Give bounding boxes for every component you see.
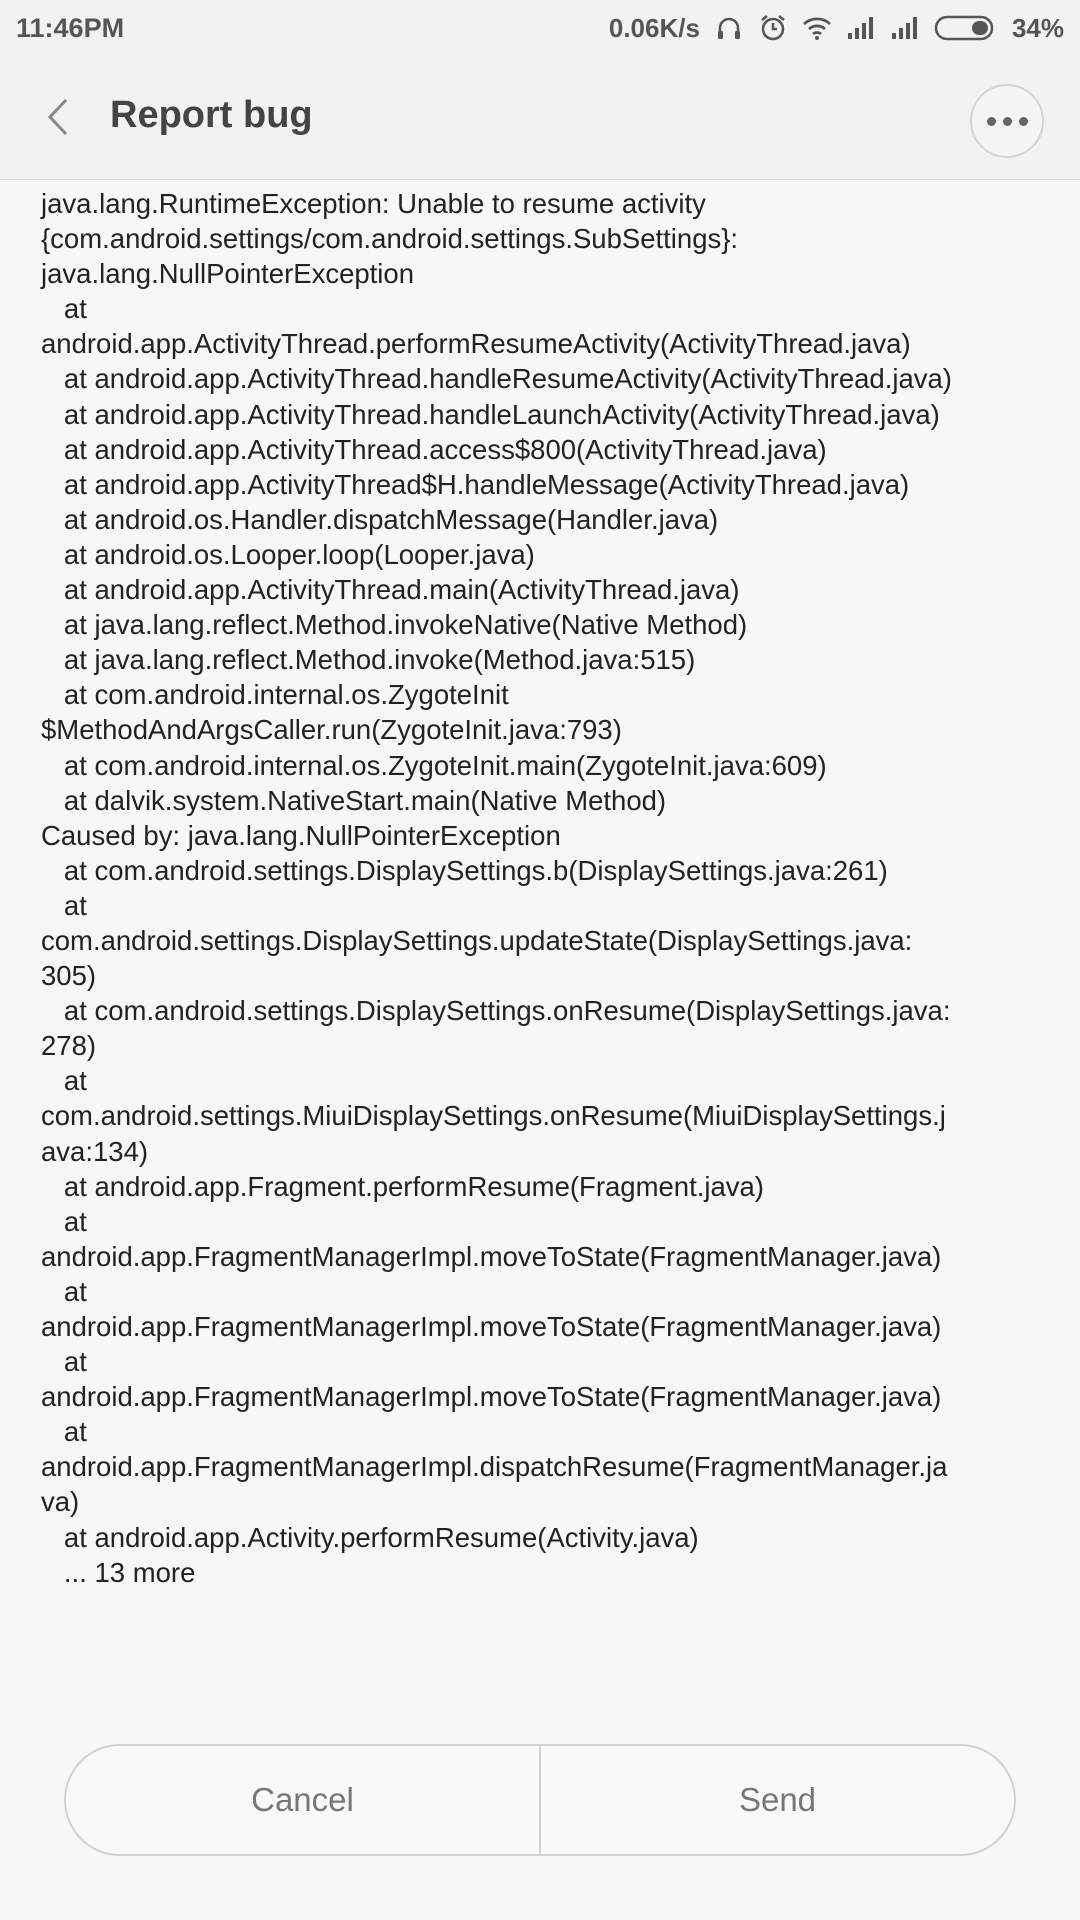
bug-report-log: java.lang.RuntimeException: Unable to re… bbox=[0, 180, 1080, 1720]
log-line: android.app.FragmentManagerImpl.dispatch… bbox=[41, 1451, 948, 1483]
log-line: at com.android.settings.DisplaySettings.… bbox=[41, 995, 951, 1027]
log-line: com.android.settings.DisplaySettings.upd… bbox=[41, 924, 913, 956]
signal-icon bbox=[847, 17, 873, 39]
log-line: at bbox=[41, 1275, 87, 1307]
log-line: at android.os.Looper.loop(Looper.java) bbox=[41, 538, 535, 570]
log-line: at android.app.Fragment.performResume(Fr… bbox=[41, 1170, 764, 1202]
headset-icon bbox=[717, 17, 740, 39]
chevron-left-icon bbox=[47, 98, 68, 136]
battery-icon bbox=[934, 15, 994, 41]
log-line: at java.lang.reflect.Method.invoke(Metho… bbox=[41, 644, 696, 676]
log-line: 305) bbox=[41, 960, 97, 992]
log-line: android.app.ActivityThread.performResume… bbox=[41, 328, 911, 360]
signal-icon bbox=[891, 17, 917, 39]
log-line: at android.os.Handler.dispatchMessage(Ha… bbox=[41, 503, 719, 535]
log-line: at bbox=[41, 293, 87, 325]
log-line: ava:134) bbox=[41, 1135, 149, 1167]
log-line: at android.app.ActivityThread.main(Activ… bbox=[41, 574, 740, 606]
log-line: at bbox=[41, 1065, 87, 1097]
log-line: at android.app.ActivityThread.handleResu… bbox=[41, 363, 952, 395]
log-line: at com.android.internal.os.ZygoteInit.ma… bbox=[41, 749, 827, 781]
alarm-icon bbox=[761, 15, 785, 41]
log-line: android.app.FragmentManagerImpl.moveToSt… bbox=[41, 1311, 942, 1342]
log-line: 278) bbox=[41, 1030, 97, 1062]
battery-percent: 34% bbox=[1011, 12, 1064, 43]
network-speed: 0.06K/s bbox=[608, 12, 700, 43]
log-line: at com.android.settings.DisplaySettings.… bbox=[41, 854, 888, 886]
log-line: {com.android.settings/com.android.settin… bbox=[41, 223, 739, 255]
log-line: at android.app.Activity.performResume(Ac… bbox=[41, 1521, 699, 1553]
log-line: $MethodAndArgsCaller.run(ZygoteInit.java… bbox=[41, 714, 622, 746]
back-button[interactable] bbox=[34, 92, 84, 142]
log-line: va) bbox=[41, 1486, 80, 1518]
title-bar: Report bug bbox=[0, 56, 1080, 180]
status-time: 11:46PM bbox=[16, 12, 125, 43]
send-button[interactable]: Send bbox=[541, 1746, 1014, 1854]
log-line: at bbox=[41, 889, 87, 921]
log-line: at android.app.ActivityThread.access$800… bbox=[41, 433, 827, 465]
status-bar: 11:46PM 0.06K/s 34% bbox=[0, 0, 1080, 56]
log-line: at java.lang.reflect.Method.invokeNative… bbox=[41, 609, 748, 641]
log-line: at android.app.ActivityThread.handleLaun… bbox=[41, 398, 940, 430]
cancel-button[interactable]: Cancel bbox=[66, 1746, 539, 1854]
log-line: android.app.FragmentManagerImpl.moveToSt… bbox=[41, 1381, 942, 1413]
log-line: at android.app.ActivityThread$H.handleMe… bbox=[41, 468, 910, 500]
more-horizontal-icon bbox=[986, 116, 1028, 126]
wifi-icon bbox=[802, 17, 831, 40]
action-buttons: Cancel Send bbox=[64, 1744, 1016, 1856]
log-line: java.lang.NullPointerException bbox=[41, 258, 414, 290]
page-title: Report bug bbox=[110, 94, 313, 136]
log-line: ... 13 more bbox=[41, 1556, 196, 1588]
log-line: at dalvik.system.NativeStart.main(Native… bbox=[41, 784, 667, 816]
log-line: at bbox=[41, 1346, 87, 1378]
more-options-button[interactable] bbox=[970, 84, 1044, 158]
log-line: Caused by: java.lang.NullPointerExceptio… bbox=[41, 819, 561, 851]
log-line: android.app.FragmentManagerImpl.moveToSt… bbox=[41, 1240, 942, 1272]
log-line: com.android.settings.MiuiDisplaySettings… bbox=[41, 1100, 946, 1132]
log-line: at bbox=[41, 1416, 87, 1448]
log-line: at bbox=[41, 1205, 87, 1237]
status-icons: 0.06K/s 34% bbox=[609, 13, 1064, 44]
log-line: at com.android.internal.os.ZygoteInit bbox=[41, 679, 509, 711]
log-line: java.lang.RuntimeException: Unable to re… bbox=[41, 188, 706, 219]
